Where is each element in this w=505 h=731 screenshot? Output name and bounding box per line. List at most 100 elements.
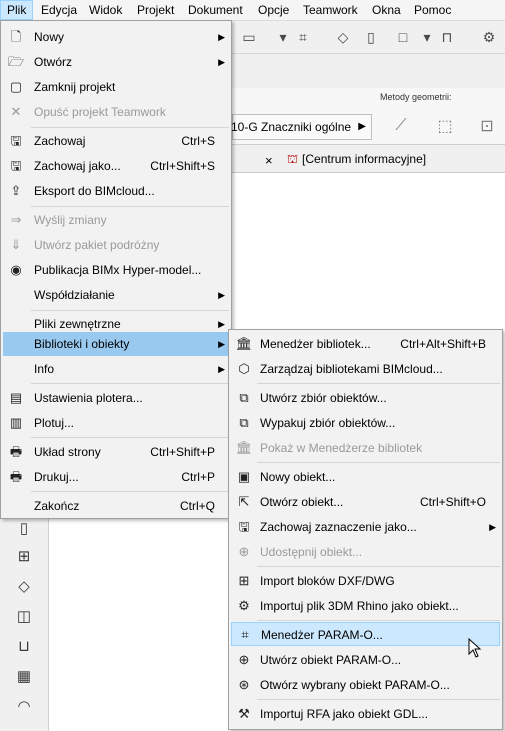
geometry-rotated-icon[interactable]: ⊡ bbox=[472, 112, 502, 140]
menu-item-label: Zachowaj bbox=[34, 134, 86, 148]
submenu-item-create-param-o[interactable]: ⊕ Utwórz obiekt PARAM-O... bbox=[231, 648, 500, 672]
submenu-item-extract-object-set[interactable]: ⧉ Wypakuj zbiór obiektów... bbox=[231, 411, 500, 435]
submenu-item-param-o-manager[interactable]: ⌗ Menedżer PARAM-O... bbox=[231, 622, 500, 646]
submenu-item-library-manager[interactable]: 🏛 Menedżer bibliotek... Ctrl+Alt+Shift+B bbox=[231, 332, 500, 356]
menu-item-exit[interactable]: Zakończ Ctrl+Q bbox=[3, 494, 229, 518]
menu-item-plotter-settings[interactable]: ▤ Ustawienia plotera... bbox=[3, 386, 229, 410]
submenu-item-import-dxf[interactable]: ⊞ Import bloków DXF/DWG bbox=[231, 569, 500, 593]
menu-item-leave-teamwork: ✕ Opuść projekt Teamwork bbox=[3, 100, 229, 124]
submenu-item-import-rfa[interactable]: ⚒ Importuj RFA jako obiekt GDL... bbox=[231, 702, 500, 726]
menu-dokument[interactable]: Dokument bbox=[182, 0, 249, 20]
submenu-item-save-selection[interactable]: 🖫 Zachowaj zaznaczenie jako... ▶ bbox=[231, 515, 500, 539]
menu-item-save-as[interactable]: 🖫 Zachowaj jako... Ctrl+Shift+S bbox=[3, 154, 229, 178]
menu-item-shortcut: Ctrl+S bbox=[181, 134, 215, 148]
submenu-item-shortcut: Ctrl+Shift+O bbox=[419, 495, 486, 509]
menu-item-export-bimcloud[interactable]: ⇪ Eksport do BIMcloud... bbox=[3, 179, 229, 203]
submenu-item-import-rhino[interactable]: ⚙ Importuj plik 3DM Rhino jako obiekt... bbox=[231, 594, 500, 618]
menu-item-open[interactable]: 🗁 Otwórz ▶ bbox=[3, 50, 229, 74]
import-rfa-icon: ⚒ bbox=[238, 706, 250, 721]
submenu-item-label: Importuj plik 3DM Rhino jako obiekt... bbox=[260, 599, 459, 613]
submenu-arrow-icon: ▶ bbox=[218, 57, 225, 67]
param-o-manager-icon: ⌗ bbox=[241, 627, 249, 642]
menu-item-label: Zachowaj jako... bbox=[34, 159, 121, 173]
menu-item-libraries-objects[interactable]: Biblioteki i obiekty ▶ bbox=[3, 332, 229, 356]
stair-icon[interactable]: ⊔ bbox=[12, 637, 36, 659]
menu-item-label: Publikacja BIMx Hyper-model... bbox=[34, 263, 202, 277]
submenu-item-open-param-o[interactable]: ⊛ Otwórz wybrany obiekt PARAM-O... bbox=[231, 673, 500, 697]
shell-icon[interactable]: ◠ bbox=[12, 697, 36, 719]
slab-icon[interactable]: ◇ bbox=[12, 577, 36, 599]
window-icon[interactable]: ⊞ bbox=[12, 547, 36, 569]
wall-icon[interactable]: ▯ bbox=[360, 27, 382, 47]
dropdown-icon[interactable]: ▾ bbox=[272, 27, 294, 47]
menu-item-bimx[interactable]: ◉ Publikacja BIMx Hyper-model... bbox=[3, 258, 229, 282]
save-icon: 🖫 bbox=[10, 133, 22, 148]
geometry-line-icon[interactable]: ⟋ bbox=[386, 112, 416, 140]
surface-icon[interactable]: ◇ bbox=[332, 27, 354, 47]
bimcloud-export-icon: ⇪ bbox=[10, 183, 22, 198]
submenu-separator bbox=[257, 566, 500, 567]
menu-separator bbox=[31, 437, 229, 438]
main-toolbar: ▭ ▾ ⌗ ◇ ▯ □ ▾ ⊓ ⚙ bbox=[232, 21, 505, 54]
menu-pomoc[interactable]: Pomoc bbox=[408, 0, 457, 20]
print-icon: 🖶 bbox=[9, 469, 23, 484]
submenu-separator bbox=[257, 383, 500, 384]
layer-select[interactable]: 10-G Znaczniki ogólne ▶ bbox=[231, 114, 372, 140]
menu-bar: Plik Edycja Widok Projekt Dokument Opcje… bbox=[0, 0, 505, 21]
bimcloud-libraries-icon: ⬡ bbox=[238, 361, 250, 376]
menu-item-info[interactable]: Info ▶ bbox=[3, 357, 229, 381]
menu-projekt[interactable]: Projekt bbox=[131, 0, 180, 20]
show-in-library-icon: 🏛 bbox=[235, 440, 253, 455]
menu-item-label: Opuść projekt Teamwork bbox=[34, 105, 166, 119]
menu-item-label: Zamknij projekt bbox=[34, 80, 116, 94]
geometry-rect-icon[interactable]: ⬚ bbox=[430, 112, 460, 140]
menu-item-page-setup[interactable]: 🖶 Układ strony Ctrl+Shift+P bbox=[3, 440, 229, 464]
tab-info-center[interactable]: ⛫ [Centrum informacyjne] bbox=[287, 152, 426, 168]
menu-item-close-project[interactable]: ▢ Zamknij projekt bbox=[3, 75, 229, 99]
send-changes-icon: ⇒ bbox=[10, 212, 22, 227]
new-document-icon: 🗋 bbox=[10, 29, 22, 44]
lock-icon[interactable]: ⊓ bbox=[436, 27, 458, 47]
menu-item-interoperability[interactable]: Współdziałanie ▶ bbox=[3, 283, 229, 307]
page-setup-icon: 🖶 bbox=[9, 444, 23, 459]
menu-opcje[interactable]: Opcje bbox=[252, 0, 295, 20]
menu-separator bbox=[31, 491, 229, 492]
submenu-item-new-object[interactable]: ▣ Nowy obiekt... bbox=[231, 465, 500, 489]
plot-icon: ▥ bbox=[9, 415, 23, 430]
column-icon[interactable]: ▯ bbox=[12, 519, 36, 541]
submenu-item-label: Importuj RFA jako obiekt GDL... bbox=[260, 707, 429, 721]
menu-edycja[interactable]: Edycja bbox=[35, 0, 83, 20]
tab-label: [Centrum informacyjne] bbox=[302, 152, 427, 166]
submenu-item-label: Otwórz wybrany obiekt PARAM-O... bbox=[260, 678, 450, 692]
square-icon[interactable]: □ bbox=[392, 27, 414, 47]
layer-icon[interactable]: ▭ bbox=[238, 27, 260, 47]
open-param-o-icon: ⊛ bbox=[238, 677, 250, 692]
submenu-item-bimcloud-libraries[interactable]: ⬡ Zarządzaj bibliotekami BIMcloud... bbox=[231, 357, 500, 381]
menu-teamwork[interactable]: Teamwork bbox=[297, 0, 364, 20]
plotter-settings-icon: ▤ bbox=[9, 390, 23, 405]
mesh-icon[interactable]: ▦ bbox=[12, 667, 36, 689]
menu-item-save[interactable]: 🖫 Zachowaj Ctrl+S bbox=[3, 129, 229, 153]
grid-snap-icon[interactable]: ⌗ bbox=[292, 27, 314, 47]
door-icon[interactable]: ◫ bbox=[12, 607, 36, 629]
settings-icon[interactable]: ⚙ bbox=[478, 27, 500, 47]
menu-widok[interactable]: Widok bbox=[83, 0, 128, 20]
menu-item-shortcut: Ctrl+Q bbox=[179, 499, 215, 513]
menu-item-new[interactable]: 🗋 Nowy ▶ bbox=[3, 25, 229, 49]
menu-separator bbox=[31, 206, 229, 207]
menu-okna[interactable]: Okna bbox=[366, 0, 407, 20]
submenu-item-label: Pokaż w Menedżerze bibliotek bbox=[260, 441, 423, 455]
chevron-down-icon[interactable]: ▾ bbox=[416, 27, 438, 47]
submenu-separator bbox=[257, 462, 500, 463]
menu-item-shortcut: Ctrl+P bbox=[181, 470, 215, 484]
submenu-item-label: Otwórz obiekt... bbox=[260, 495, 344, 509]
menu-item-plot[interactable]: ▥ Plotuj... bbox=[3, 411, 229, 435]
submenu-item-create-object-set[interactable]: ⧉ Utwórz zbiór obiektów... bbox=[231, 386, 500, 410]
save-as-icon: 🖫 bbox=[10, 158, 22, 173]
submenu-item-open-object[interactable]: ⇱ Otwórz obiekt... Ctrl+Shift+O bbox=[231, 490, 500, 514]
tab-close-icon[interactable]: × bbox=[265, 153, 273, 168]
submenu-item-share-object: ⊕ Udostępnij obiekt... bbox=[231, 540, 500, 564]
menu-item-print[interactable]: 🖶 Drukuj... Ctrl+P bbox=[3, 465, 229, 489]
menu-item-label: Układ strony bbox=[34, 445, 101, 459]
menu-plik[interactable]: Plik bbox=[0, 0, 34, 20]
